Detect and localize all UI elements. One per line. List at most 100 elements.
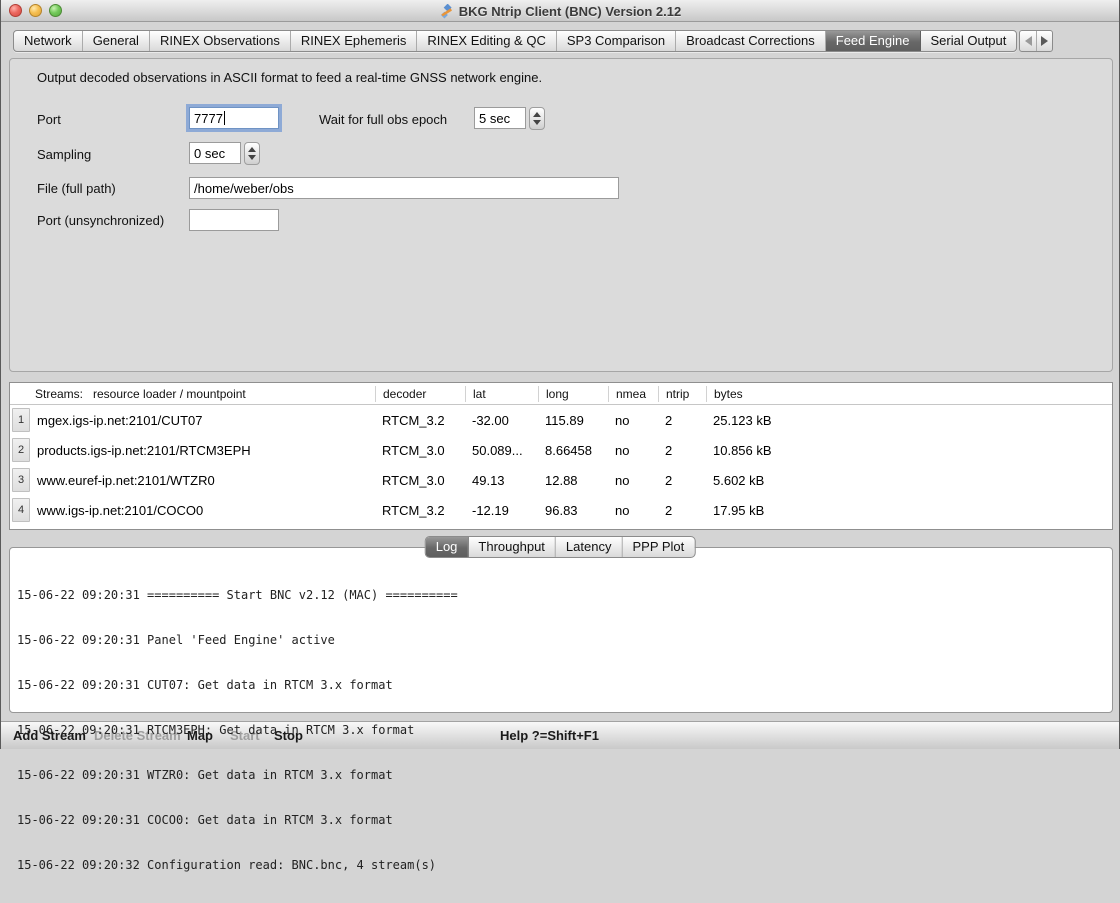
log-line: 15-06-22 09:20:31 RTCM3EPH: Get data in …	[17, 723, 1112, 738]
port-input[interactable]: 7777	[189, 107, 279, 129]
cell-bytes[interactable]: 5.602 kB	[706, 473, 1112, 488]
row-number[interactable]: 2	[12, 438, 30, 462]
tab-feed-engine[interactable]: Feed Engine	[826, 31, 921, 51]
log-tab-bar: Log Throughput Latency PPP Plot	[425, 536, 696, 558]
stepper-up-icon[interactable]	[248, 147, 256, 152]
file-path-input[interactable]	[189, 177, 619, 199]
cell-decoder[interactable]: RTCM_3.2	[375, 413, 465, 428]
tab-throughput[interactable]: Throughput	[468, 537, 556, 557]
cell-nmea[interactable]: no	[608, 503, 658, 518]
header-mountpoint[interactable]: Streams: resource loader / mountpoint	[10, 386, 375, 402]
cell-nmea[interactable]: no	[608, 473, 658, 488]
table-row[interactable]: 2 products.igs-ip.net:2101/RTCM3EPH RTCM…	[10, 435, 1112, 465]
right-arrow-icon	[1041, 36, 1048, 46]
cell-decoder[interactable]: RTCM_3.2	[375, 503, 465, 518]
cell-mountpoint[interactable]: mgex.igs-ip.net:2101/CUT07	[32, 413, 375, 428]
port-unsync-label: Port (unsynchronized)	[37, 213, 164, 228]
port-unsync-input[interactable]	[189, 209, 279, 231]
log-tabs-segment: Log Throughput Latency PPP Plot	[425, 536, 696, 558]
header-lat[interactable]: lat	[465, 386, 538, 402]
row-number[interactable]: 4	[12, 498, 30, 522]
header-decoder[interactable]: decoder	[375, 386, 465, 402]
tab-sp3-comparison[interactable]: SP3 Comparison	[557, 31, 676, 51]
stepper-up-icon[interactable]	[533, 112, 541, 117]
app-window: BKG Ntrip Client (BNC) Version 2.12 Netw…	[0, 0, 1120, 749]
stepper-down-icon[interactable]	[248, 155, 256, 160]
wait-epoch-input[interactable]	[474, 107, 526, 129]
left-arrow-icon	[1025, 36, 1032, 46]
log-output-panel[interactable]: 15-06-22 09:20:31 ========== Start BNC v…	[9, 547, 1113, 713]
cell-long[interactable]: 8.66458	[538, 443, 608, 458]
cell-decoder[interactable]: RTCM_3.0	[375, 443, 465, 458]
port-input-value: 7777	[194, 111, 223, 126]
header-nmea[interactable]: nmea	[608, 386, 658, 402]
cell-lat[interactable]: 49.13	[465, 473, 538, 488]
log-lines: 15-06-22 09:20:31 ========== Start BNC v…	[10, 548, 1112, 903]
wait-epoch-label: Wait for full obs epoch	[319, 112, 447, 127]
cell-long[interactable]: 96.83	[538, 503, 608, 518]
cell-lat[interactable]: -12.19	[465, 503, 538, 518]
sampling-label: Sampling	[37, 147, 91, 162]
file-path-label: File (full path)	[37, 181, 116, 196]
cell-ntrip[interactable]: 2	[658, 413, 706, 428]
table-row[interactable]: 3 www.euref-ip.net:2101/WTZR0 RTCM_3.0 4…	[10, 465, 1112, 495]
row-number[interactable]: 1	[12, 408, 30, 432]
tab-rinex-editing-qc[interactable]: RINEX Editing & QC	[417, 31, 557, 51]
tab-rinex-observations[interactable]: RINEX Observations	[150, 31, 291, 51]
cell-long[interactable]: 115.89	[538, 413, 608, 428]
log-line: 15-06-22 09:20:32 Configuration read: BN…	[17, 858, 1112, 873]
streams-table: Streams: resource loader / mountpoint de…	[9, 382, 1113, 530]
cell-lat[interactable]: 50.089...	[465, 443, 538, 458]
cell-mountpoint[interactable]: www.euref-ip.net:2101/WTZR0	[32, 473, 375, 488]
tab-latency[interactable]: Latency	[556, 537, 623, 557]
tab-network[interactable]: Network	[14, 31, 83, 51]
title-bar[interactable]: BKG Ntrip Client (BNC) Version 2.12	[1, 0, 1119, 22]
streams-table-header: Streams: resource loader / mountpoint de…	[10, 383, 1112, 405]
port-label: Port	[37, 112, 61, 127]
wait-epoch-stepper[interactable]	[529, 107, 545, 130]
cell-decoder[interactable]: RTCM_3.0	[375, 473, 465, 488]
cell-lat[interactable]: -32.00	[465, 413, 538, 428]
tab-scroll-left-button[interactable]	[1020, 31, 1036, 51]
app-icon	[439, 4, 454, 19]
tab-ppp-plot[interactable]: PPP Plot	[622, 537, 694, 557]
cell-ntrip[interactable]: 2	[658, 503, 706, 518]
tab-scroll-arrows	[1019, 30, 1053, 52]
tab-broadcast-corrections[interactable]: Broadcast Corrections	[676, 31, 826, 51]
cell-bytes[interactable]: 17.95 kB	[706, 503, 1112, 518]
tab-log[interactable]: Log	[426, 537, 469, 557]
table-row[interactable]: 4 www.igs-ip.net:2101/COCO0 RTCM_3.2 -12…	[10, 495, 1112, 525]
header-long[interactable]: long	[538, 386, 608, 402]
header-ntrip[interactable]: ntrip	[658, 386, 706, 402]
window-title-text: BKG Ntrip Client (BNC) Version 2.12	[459, 4, 681, 19]
text-caret	[224, 111, 225, 125]
sampling-input[interactable]	[189, 142, 241, 164]
cell-nmea[interactable]: no	[608, 443, 658, 458]
window-title: BKG Ntrip Client (BNC) Version 2.12	[1, 0, 1119, 22]
cell-long[interactable]: 12.88	[538, 473, 608, 488]
tab-scroll-right-button[interactable]	[1036, 31, 1052, 51]
cell-nmea[interactable]: no	[608, 413, 658, 428]
cell-ntrip[interactable]: 2	[658, 473, 706, 488]
main-tabs-segment: Network General RINEX Observations RINEX…	[13, 30, 1017, 52]
sampling-stepper[interactable]	[244, 142, 260, 165]
panel-description: Output decoded observations in ASCII for…	[37, 70, 542, 85]
stepper-down-icon[interactable]	[533, 120, 541, 125]
cell-ntrip[interactable]: 2	[658, 443, 706, 458]
log-line: 15-06-22 09:20:31 Panel 'Feed Engine' ac…	[17, 633, 1112, 648]
log-line: 15-06-22 09:20:31 WTZR0: Get data in RTC…	[17, 768, 1112, 783]
log-line: 15-06-22 09:20:31 CUT07: Get data in RTC…	[17, 678, 1112, 693]
cell-bytes[interactable]: 25.123 kB	[706, 413, 1112, 428]
row-number[interactable]: 3	[12, 468, 30, 492]
cell-mountpoint[interactable]: www.igs-ip.net:2101/COCO0	[32, 503, 375, 518]
cell-bytes[interactable]: 10.856 kB	[706, 443, 1112, 458]
main-tab-bar: Network General RINEX Observations RINEX…	[13, 30, 1053, 52]
header-bytes[interactable]: bytes	[706, 386, 1112, 402]
feed-engine-panel: Output decoded observations in ASCII for…	[9, 58, 1113, 372]
tab-general[interactable]: General	[83, 31, 150, 51]
table-row[interactable]: 1 mgex.igs-ip.net:2101/CUT07 RTCM_3.2 -3…	[10, 405, 1112, 435]
tab-rinex-ephemeris[interactable]: RINEX Ephemeris	[291, 31, 417, 51]
log-line: 15-06-22 09:20:31 ========== Start BNC v…	[17, 588, 1112, 603]
tab-serial-output[interactable]: Serial Output	[921, 31, 1017, 51]
cell-mountpoint[interactable]: products.igs-ip.net:2101/RTCM3EPH	[32, 443, 375, 458]
